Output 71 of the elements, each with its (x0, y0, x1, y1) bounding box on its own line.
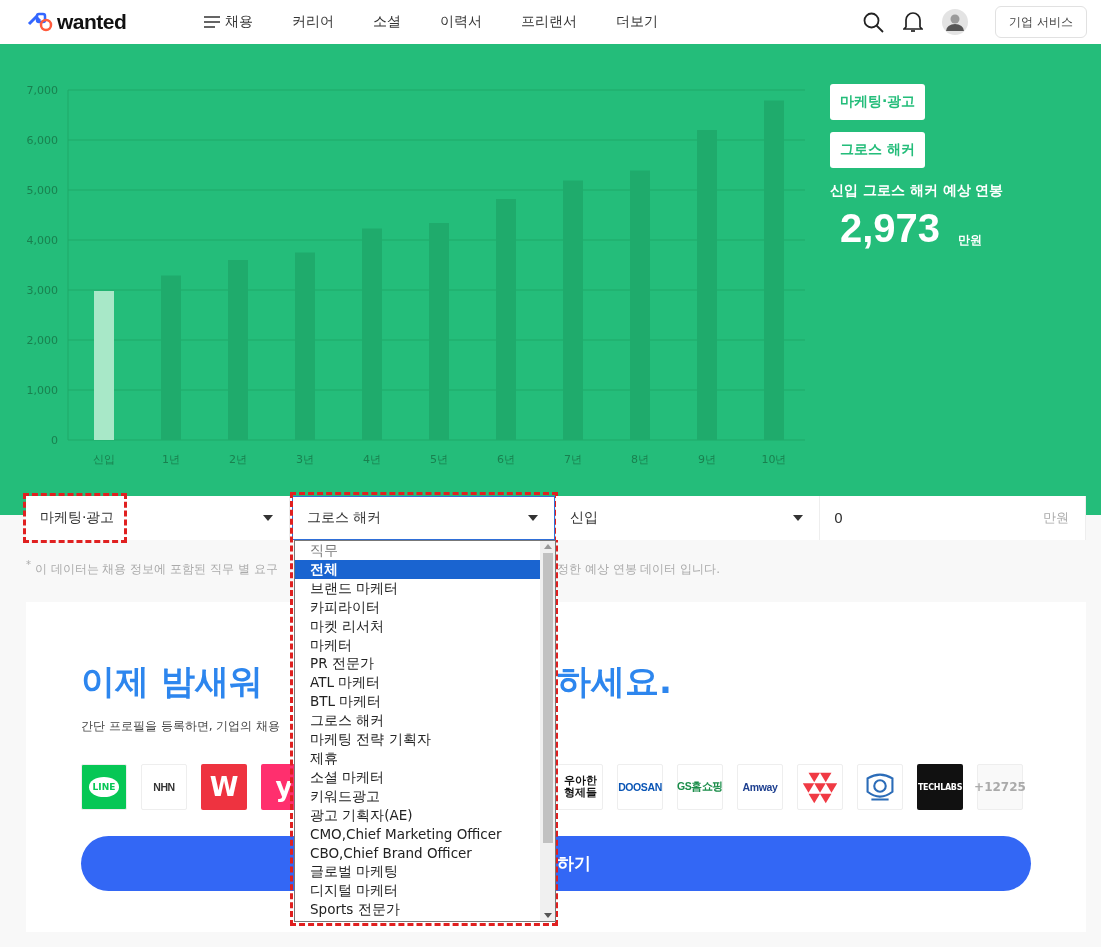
caret-icon (528, 515, 538, 521)
x-axis-label: 5년 (430, 453, 448, 466)
job-tag: 마케팅·광고 (830, 84, 926, 120)
company-logo: TECHLABS (917, 764, 963, 810)
salary-amount: 2,973 (840, 206, 941, 251)
nav-link[interactable]: 프리랜서 (521, 13, 577, 31)
nav-link[interactable]: 더보기 (616, 13, 658, 31)
corporate-service-button[interactable]: 기업 서비스 (995, 6, 1087, 38)
y-axis-label: 7,000 (26, 84, 58, 97)
search-icon[interactable] (863, 11, 885, 33)
job-tag: 그로스 해커 (830, 132, 925, 168)
company-count: +12725 (977, 764, 1023, 810)
nav-link[interactable]: 커리어 (292, 13, 334, 31)
x-axis-label: 9년 (698, 453, 716, 466)
dropdown-option[interactable]: ATL 마케터 (295, 673, 540, 693)
y-axis-label: 6,000 (26, 134, 58, 147)
company-logo: GS홈쇼핑 (677, 764, 723, 810)
y-axis-label: 1,000 (26, 384, 58, 397)
caret-icon (793, 515, 803, 521)
nav-link[interactable]: 이력서 (440, 13, 482, 31)
dropdown-option[interactable]: 전체 (295, 559, 540, 579)
dropdown-option[interactable]: 브랜드 마케터 (295, 578, 540, 598)
y-axis-label: 4,000 (26, 234, 58, 247)
salary-caption: 신입 그로스 해커 예상 연봉 (830, 182, 1004, 200)
dropdown-option[interactable]: 그로스 해커 (295, 711, 540, 731)
y-axis-label: 3,000 (26, 284, 58, 297)
company-logo: W (201, 764, 247, 810)
x-axis-label: 7년 (564, 453, 582, 466)
dropdown-option[interactable]: BTL 마케터 (295, 692, 540, 712)
x-axis-label: 4년 (363, 453, 381, 466)
unit-label: 만원 (1043, 509, 1069, 527)
promo-heading: 이제 밤새워 (81, 660, 264, 703)
dropdown-option[interactable]: 글로벌 마케팅 (295, 862, 540, 882)
promo-heading: 하세요. (557, 660, 673, 703)
company-logo: NHN (141, 764, 187, 810)
x-axis-label: 10년 (761, 453, 787, 466)
company-logo: DOOSAN (617, 764, 663, 810)
x-axis-label: 2년 (229, 453, 247, 466)
avatar-icon[interactable] (942, 9, 969, 35)
x-axis-label: 1년 (162, 453, 180, 466)
x-axis-label: 8년 (631, 453, 649, 466)
footnote: 정한 예상 연봉 데이터 입니다. (557, 562, 721, 576)
dropdown-option[interactable]: CBO,Chief Brand Officer (295, 843, 540, 863)
x-axis-label: 6년 (497, 453, 515, 466)
dropdown-option[interactable]: Sports 전문가 (295, 900, 540, 920)
menu-icon (204, 16, 220, 28)
salary-unit: 만원 (958, 232, 983, 249)
footnote: $^{*}$ 이 데이터는 채용 정보에 포함된 직무 별 요구 (26, 562, 278, 576)
scrollbar[interactable] (540, 541, 555, 921)
company-logo: 우아한 형제들 (557, 764, 603, 810)
logo-icon (27, 12, 53, 32)
x-axis-label: 신입 (93, 453, 115, 466)
nav-link[interactable]: 소셜 (373, 13, 401, 31)
y-axis-label: 5,000 (26, 184, 58, 197)
y-axis-label: 2,000 (26, 334, 58, 347)
promo-subtitle: 간단 프로필을 등록하면, 기업의 채용 (81, 718, 282, 735)
dropdown-option[interactable]: 마케터 (295, 635, 540, 655)
nav-link[interactable]: 채용 (204, 13, 253, 31)
company-logo: Amway (737, 764, 783, 810)
dropdown-option[interactable]: 카피라이터 (295, 597, 540, 617)
company-logo: LINE (81, 764, 127, 810)
x-axis-label: 3년 (296, 453, 314, 466)
dropdown-option[interactable]: PR 전문가 (295, 654, 540, 674)
dropdown-option[interactable]: 마켓 리서처 (295, 616, 540, 636)
y-axis-label: 0 (51, 434, 58, 447)
logo-wordmark[interactable]: wanted (57, 10, 127, 34)
caret-icon (263, 515, 273, 521)
scroll-down-icon[interactable] (543, 913, 552, 918)
bell-icon[interactable] (903, 11, 924, 33)
select-field[interactable]: 그로스 해커 (292, 496, 555, 540)
dropdown-option[interactable]: 마케팅 전략 기획자 (295, 730, 540, 749)
